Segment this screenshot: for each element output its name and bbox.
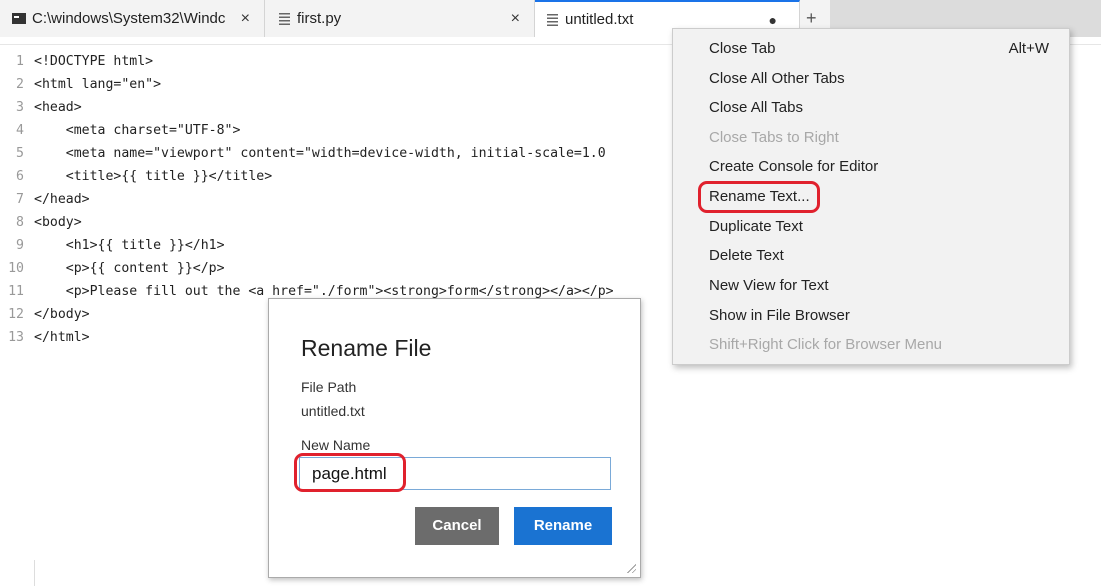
editor-margin-line: [34, 560, 35, 586]
line-number: 1: [16, 54, 24, 69]
menu-item-label: Create Console for Editor: [709, 158, 879, 175]
menu-item-shortcut: Alt+W: [1008, 40, 1049, 57]
code-text: <body>: [34, 215, 82, 230]
close-icon[interactable]: ×: [511, 10, 520, 28]
menu-item-label: Shift+Right Click for Browser Menu: [709, 336, 942, 353]
menu-item-new-view[interactable]: New View for Text: [709, 272, 1049, 300]
line-number: 4: [16, 123, 24, 138]
menu-item-close-tabs-to-right: Close Tabs to Right: [709, 124, 1049, 152]
menu-item-close-tab[interactable]: Close Tab Alt+W: [709, 35, 1049, 63]
code-text: <head>: [34, 100, 82, 115]
code-line: 10 <p>{{ content }}</p>: [0, 257, 225, 280]
code-line: 5 <meta name="viewport" content="width=d…: [0, 142, 606, 165]
code-line: 6 <title>{{ title }}</title>: [0, 165, 272, 188]
code-line: 4 <meta charset="UTF-8">: [0, 119, 240, 142]
menu-item-label: Show in File Browser: [709, 307, 850, 324]
code-line: 13 </html>: [0, 326, 90, 349]
document-icon: [279, 12, 290, 25]
menu-item-label: Duplicate Text: [709, 218, 803, 235]
highlight-new-name: [294, 453, 406, 492]
rename-file-dialog: Rename File File Path untitled.txt New N…: [268, 298, 641, 578]
code-line: 2 <html lang="en">: [0, 73, 161, 96]
code-text: </html>: [34, 330, 90, 345]
code-text: <h1>{{ title }}</h1>: [34, 238, 225, 253]
line-number: 12: [8, 307, 24, 322]
code-text: <!DOCTYPE html>: [34, 54, 154, 69]
menu-item-label: Close All Tabs: [709, 99, 803, 116]
terminal-icon: [12, 13, 26, 24]
code-text: </body>: [34, 307, 90, 322]
resize-grip-icon[interactable]: [626, 563, 636, 573]
line-number: 13: [8, 330, 24, 345]
menu-item-delete-text[interactable]: Delete Text: [709, 242, 1049, 270]
file-path-value: untitled.txt: [301, 403, 365, 419]
close-icon[interactable]: ×: [241, 10, 250, 28]
line-number: 11: [8, 284, 24, 299]
menu-item-browser-menu-hint: Shift+Right Click for Browser Menu: [709, 331, 1049, 359]
menu-item-show-in-file-browser[interactable]: Show in File Browser: [709, 302, 1049, 330]
line-number: 7: [16, 192, 24, 207]
menu-item-close-all-other-tabs[interactable]: Close All Other Tabs: [709, 65, 1049, 93]
code-text: <meta charset="UTF-8">: [34, 123, 241, 138]
line-number: 9: [16, 238, 24, 253]
code-text: <p>Please fill out the <a href="./form">…: [34, 284, 614, 299]
code-text: <p>{{ content }}</p>: [34, 261, 225, 276]
code-line: 1 <!DOCTYPE html>: [0, 50, 153, 73]
code-line: 9 <h1>{{ title }}</h1>: [0, 234, 225, 257]
menu-item-duplicate-text[interactable]: Duplicate Text: [709, 213, 1049, 241]
cancel-button[interactable]: Cancel: [415, 507, 499, 545]
menu-item-label: Close Tabs to Right: [709, 129, 839, 146]
menu-item-create-console[interactable]: Create Console for Editor: [709, 153, 1049, 181]
code-line: 8 <body>: [0, 211, 82, 234]
menu-item-label: Close All Other Tabs: [709, 70, 845, 87]
line-number: 10: [8, 261, 24, 276]
menu-item-label: Close Tab: [709, 40, 776, 57]
menu-item-close-all-tabs[interactable]: Close All Tabs: [709, 94, 1049, 122]
line-number: 3: [16, 100, 24, 115]
code-text: <title>{{ title }}</title>: [34, 169, 273, 184]
line-number: 8: [16, 215, 24, 230]
code-text: </head>: [34, 192, 90, 207]
unsaved-dot-icon[interactable]: ●: [769, 12, 777, 28]
code-text: <html lang="en">: [34, 77, 162, 92]
document-icon: [547, 13, 558, 26]
menu-item-label: Delete Text: [709, 247, 784, 264]
code-line: 12 </body>: [0, 303, 90, 326]
code-line: 3 <head>: [0, 96, 82, 119]
line-number: 6: [16, 169, 24, 184]
tab-first-py[interactable]: first.py ×: [265, 0, 535, 37]
new-name-label: New Name: [301, 437, 371, 453]
tab-label: untitled.txt: [565, 11, 634, 28]
menu-item-label: New View for Text: [709, 277, 829, 294]
tab-label: C:\windows\System32\Windc: [32, 10, 226, 27]
highlight-rename-text: [698, 181, 820, 213]
line-number: 5: [16, 146, 24, 161]
code-text: <meta name="viewport" content="width=dev…: [34, 146, 606, 161]
line-number: 2: [16, 77, 24, 92]
code-line: 7 </head>: [0, 188, 90, 211]
tab-label: first.py: [297, 10, 342, 27]
dialog-title: Rename File: [301, 335, 432, 361]
rename-button[interactable]: Rename: [514, 507, 612, 545]
file-path-label: File Path: [301, 379, 357, 395]
tab-terminal[interactable]: C:\windows\System32\Windc ×: [0, 0, 265, 37]
